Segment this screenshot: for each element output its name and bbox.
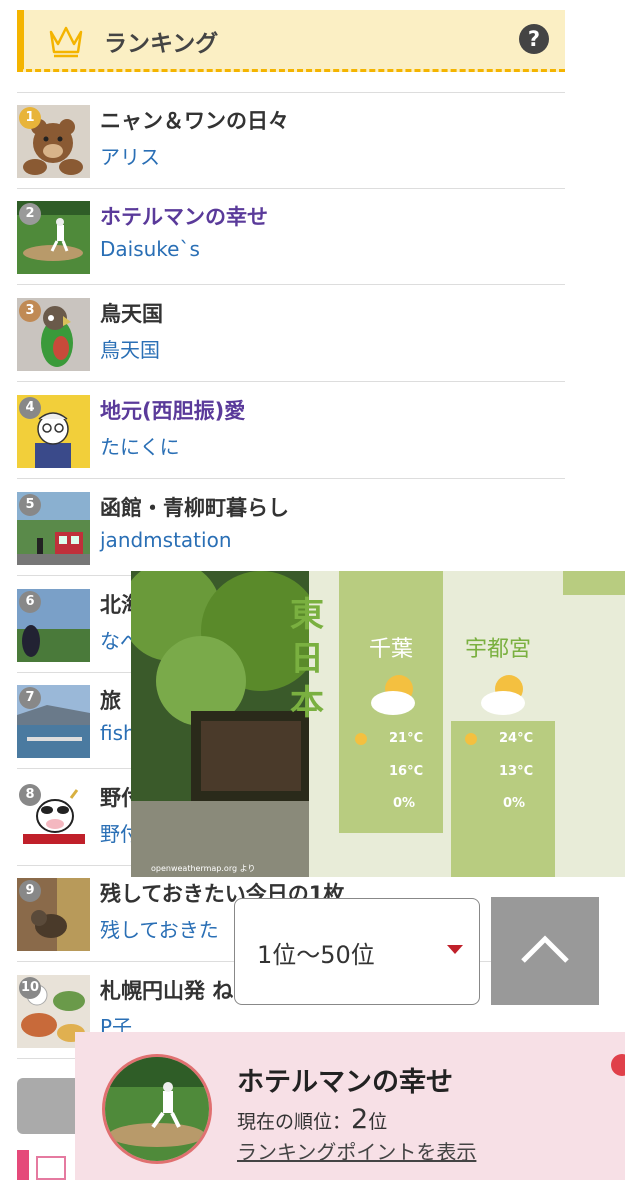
ranking-row[interactable]: 5 函館・青柳町暮らし jandmstation	[17, 480, 565, 576]
squirrel-thumbnail[interactable]: 9	[17, 878, 90, 951]
low-temp: 16°C	[389, 764, 424, 779]
caret-down-icon	[447, 945, 463, 954]
ranking-row[interactable]: 1 ニャン＆ワンの日々 アリス	[17, 93, 565, 189]
blog-author[interactable]: 残しておきた	[100, 914, 219, 943]
harbor-thumbnail[interactable]: 7	[17, 685, 90, 758]
blog-author[interactable]: 鳥天国	[100, 334, 160, 363]
blog-author[interactable]: jandmstation	[100, 528, 232, 552]
avatar	[102, 1054, 212, 1164]
rain-chance: 0%	[393, 796, 416, 811]
rank-badge: 10	[19, 977, 41, 999]
rank-suffix: 位	[368, 1111, 388, 1133]
blog-title[interactable]: 鳥天国	[100, 298, 163, 328]
baseball-thumbnail[interactable]: 2	[17, 201, 90, 274]
list-icon	[36, 1156, 66, 1180]
scroll-top-button[interactable]	[491, 897, 599, 1005]
rank-badge: 6	[19, 591, 41, 613]
cartoon-man-thumbnail[interactable]: 4	[17, 395, 90, 468]
rank-range-select[interactable]: 1位〜50位	[234, 898, 480, 1005]
blog-title[interactable]: ニャン＆ワンの日々	[100, 105, 289, 135]
blog-author[interactable]: たにくに	[100, 431, 180, 460]
crown-icon	[49, 26, 83, 58]
rank-badge: 4	[19, 397, 41, 419]
blog-title[interactable]: 札幌円山発 ね	[100, 975, 233, 1005]
rank-badge: 7	[19, 687, 41, 709]
current-blog-banner[interactable]: ホテルマンの幸せ 現在の順位：2位 ランキングポイントを表示	[75, 1032, 625, 1180]
region-label: 東日本	[290, 595, 324, 723]
ranking-row[interactable]: 4 地元(西胆振)愛 たにくに	[17, 383, 565, 479]
blog-title[interactable]: 地元(西胆振)愛	[100, 395, 245, 425]
blog-title[interactable]: 旅	[100, 685, 121, 715]
data-credit: openweathermap.org より	[151, 864, 256, 873]
rank-value: 2	[351, 1104, 369, 1135]
weather-video-frame	[131, 571, 625, 877]
high-temp: 21°C	[389, 731, 424, 746]
blog-title[interactable]: ホテルマンの幸せ	[100, 201, 268, 231]
blog-author[interactable]: アリス	[100, 141, 160, 170]
weather-video-ad[interactable]: 東日本 千葉 宇都宮 21°C 16°C 0% 24°C 13°C 0% ope…	[131, 571, 625, 877]
rank-badge: 2	[19, 203, 41, 225]
rank-badge: 8	[19, 784, 41, 806]
rain-chance: 0%	[503, 796, 526, 811]
field-thumbnail[interactable]: 6	[17, 589, 90, 662]
ranking-points-link[interactable]: ランキングポイントを表示	[237, 1136, 476, 1165]
blog-title[interactable]: 函館・青柳町暮らし	[100, 492, 289, 522]
rank-prefix: 現在の順位：	[237, 1111, 352, 1133]
rank-badge: 1	[19, 107, 41, 129]
ranking-header: ランキング ?	[17, 10, 565, 72]
teddy-bear-thumbnail[interactable]: 1	[17, 105, 90, 178]
cow-thumbnail[interactable]: 8	[17, 782, 90, 855]
rank-badge: 5	[19, 494, 41, 516]
ranking-row[interactable]: 2 ホテルマンの幸せ Daisuke`s	[17, 189, 565, 285]
page-title: ランキング	[104, 31, 219, 57]
ranking-row[interactable]: 3 鳥天国 鳥天国	[17, 286, 565, 382]
rank-badge: 9	[19, 880, 41, 902]
blog-author[interactable]: Daisuke`s	[100, 237, 200, 261]
parrot-thumbnail[interactable]: 3	[17, 298, 90, 371]
chevron-up-icon	[521, 935, 569, 963]
section-marker	[17, 1150, 29, 1180]
high-temp: 24°C	[499, 731, 534, 746]
streetcar-thumbnail[interactable]: 5	[17, 492, 90, 565]
close-icon[interactable]	[611, 1054, 625, 1076]
low-temp: 13°C	[499, 764, 534, 779]
current-blog-title[interactable]: ホテルマンの幸せ	[237, 1060, 453, 1099]
city-name: 宇都宮	[465, 637, 532, 662]
current-rank: 現在の順位：2位	[237, 1104, 387, 1135]
city-name: 千葉	[369, 637, 414, 662]
help-icon[interactable]: ?	[519, 24, 549, 54]
rank-range-value: 1位〜50位	[257, 941, 375, 969]
rank-badge: 3	[19, 300, 41, 322]
